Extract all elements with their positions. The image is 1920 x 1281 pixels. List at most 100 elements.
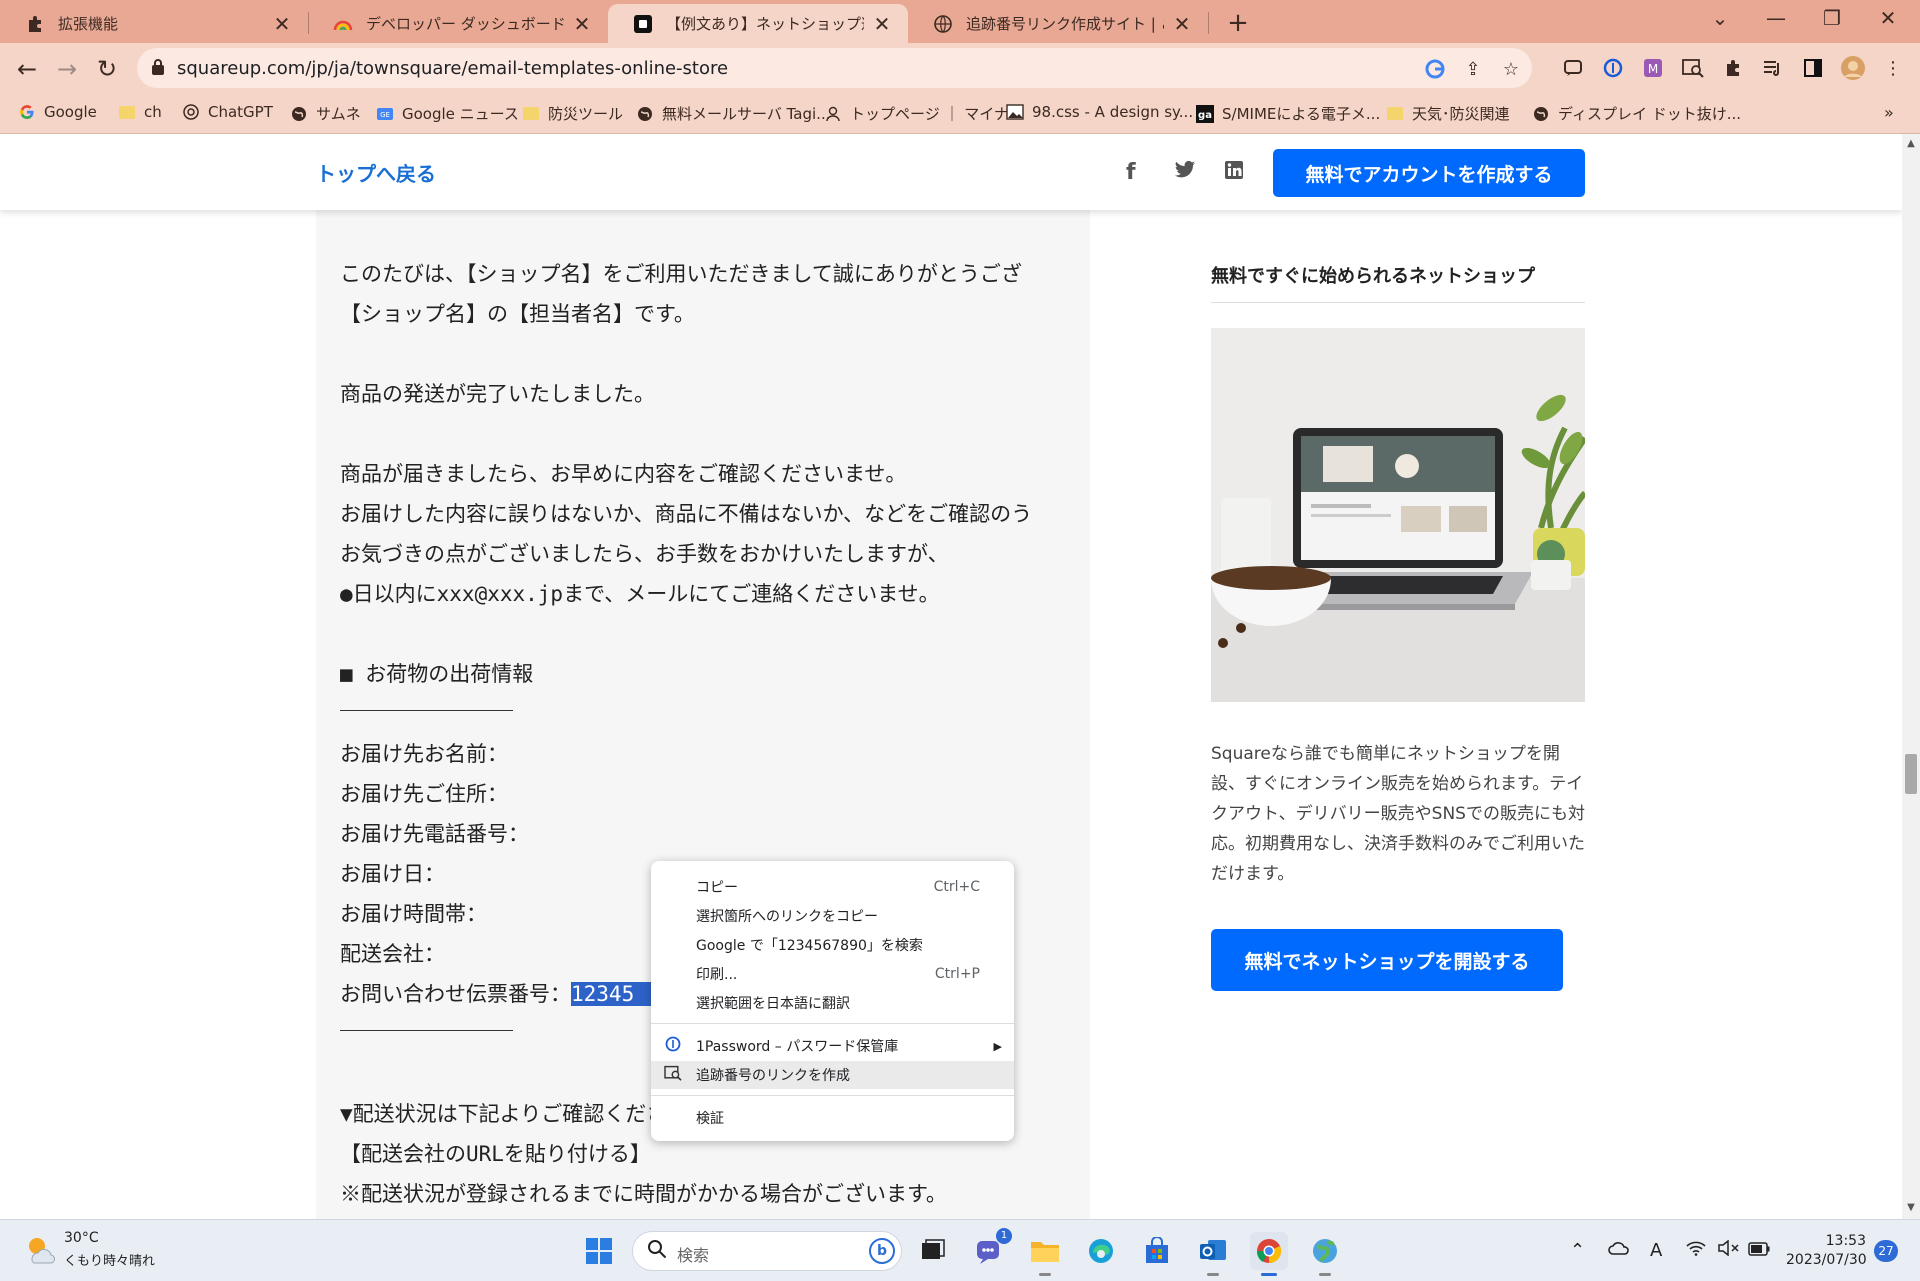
twitter-icon[interactable] [1174,160,1196,186]
minimize-button[interactable]: — [1756,6,1796,30]
menu-item-create-tracking-link[interactable]: 追跡番号のリンクを作成 [651,1061,1014,1089]
tab-developer-dashboard[interactable]: デベロッパー ダッシュボード ✕ [308,4,608,43]
clock-date: 2023/07/30 [1786,1252,1867,1268]
outlook-icon[interactable] [1194,1232,1232,1276]
person-icon [824,105,842,123]
bookmark-label: ディスプレイ ドット抜け... [1558,105,1742,123]
bookmark-smime[interactable]: ga S/MIMEによる電子メ... [1196,103,1380,124]
running-indicator [1319,1273,1331,1276]
page-scrollbar[interactable]: ▲ ▼ [1902,134,1920,1219]
edge-browser-icon[interactable] [1082,1232,1120,1270]
ga-logo-icon: ga [1196,104,1214,123]
google-lens-icon[interactable] [1423,59,1447,84]
weather-description[interactable]: くもり時々晴れ [64,1250,155,1269]
scroll-up-arrow-icon[interactable]: ▲ [1902,138,1920,149]
bookmark-display-dot[interactable]: ディスプレイ ドット抜け... [1532,103,1741,124]
speaker-muted-icon[interactable] [1718,1239,1740,1261]
url-text[interactable]: squareup.com/jp/ja/townsquare/email-temp… [177,58,728,79]
battery-icon[interactable] [1748,1240,1770,1261]
menu-kebab-icon[interactable]: ⋮ [1880,55,1906,81]
puzzle-icon [24,13,46,35]
taskbar-search-box[interactable]: 検索 b [632,1231,902,1271]
menu-item-copy[interactable]: コピー Ctrl+C [651,873,1014,901]
linkedin-icon[interactable] [1224,160,1244,186]
bookmark-chatgpt[interactable]: ChatGPT [182,103,273,121]
wifi-icon[interactable] [1686,1240,1706,1261]
weather-temperature[interactable]: 30°C [64,1230,99,1246]
tracking-label: お問い合わせ伝票番号： [340,982,571,1006]
system-clock[interactable]: 13:53 2023/07/30 [1786,1232,1867,1270]
back-button[interactable]: ← [12,54,42,84]
chrome-icon[interactable] [1250,1232,1288,1276]
tab-title: デベロッパー ダッシュボード [366,15,564,33]
forward-button[interactable]: → [52,54,82,84]
media-queue-icon[interactable] [1760,55,1786,81]
close-icon[interactable]: ✕ [870,12,894,36]
tab-active-square[interactable]: 【例文あり】ネットショップ運営に必要 ✕ [608,4,908,43]
menu-item-translate[interactable]: 選択範囲を日本語に翻訳 [651,989,1014,1017]
bookmark-star-icon[interactable]: ☆ [1499,59,1523,80]
bookmark-label: 無料メールサーバ Tagi... [662,105,831,123]
tab-search-chevron-icon[interactable]: ⌄ [1700,6,1740,30]
menu-item-print[interactable]: 印刷... Ctrl+P [651,960,1014,988]
new-tab-button[interactable]: + [1222,8,1254,38]
link-search-icon[interactable] [1680,55,1706,81]
bookmark-bousai-tools[interactable]: 防災ツール [522,103,623,124]
menu-item-label: コピー [696,880,738,896]
bookmark-google-news[interactable]: GE Google ニュース [376,103,519,124]
reload-button[interactable]: ↻ [92,54,122,84]
ime-mode-icon[interactable]: A [1650,1240,1662,1261]
bookmarks-overflow-icon[interactable]: » [1884,103,1894,122]
earth-globe-app-icon[interactable] [1306,1232,1344,1276]
1password-icon[interactable] [1600,55,1626,81]
bookmark-samune[interactable]: サムネ [290,103,361,124]
bookmark-ch[interactable]: ch [118,103,162,121]
bookmark-top-page[interactable]: トップページ ｜ マイナ... [824,103,1023,124]
create-account-button[interactable]: 無料でアカウントを作成する [1273,149,1585,197]
task-view-icon[interactable] [914,1232,952,1270]
google-icon [18,103,36,121]
share-icon[interactable]: ⇪ [1461,59,1485,80]
extension-m-icon[interactable]: M [1640,55,1666,81]
menu-item-1password[interactable]: 1Password – パスワード保管庫 ▶ [651,1032,1014,1060]
bookmark-google[interactable]: Google [18,103,97,121]
file-explorer-icon[interactable] [1026,1232,1064,1276]
scroll-down-arrow-icon[interactable]: ▼ [1902,1202,1920,1213]
extensions-puzzle-icon[interactable] [1720,55,1746,81]
close-icon[interactable]: ✕ [1170,12,1194,36]
extension-chat-icon[interactable] [1560,55,1586,81]
bookmark-label: 98.css - A design sy... [1032,103,1194,121]
bookmark-free-mail-server[interactable]: 無料メールサーバ Tagi... [636,103,830,124]
svg-text:M: M [1648,62,1658,76]
scrollbar-thumb[interactable] [1905,754,1917,794]
menu-item-inspect[interactable]: 検証 [651,1104,1014,1132]
bookmark-98css[interactable]: 98.css - A design sy... [1006,103,1193,121]
close-icon[interactable]: ✕ [570,12,594,36]
address-bar[interactable]: squareup.com/jp/ja/townsquare/email-temp… [137,48,1532,88]
tab-extensions[interactable]: 拡張機能 ✕ [0,4,308,43]
open-online-shop-button[interactable]: 無料でネットショップを開設する [1211,929,1563,991]
microsoft-store-icon[interactable] [1138,1232,1176,1270]
menu-item-search-google[interactable]: Google で「1234567890」を検索 [651,931,1014,959]
bookmark-weather-bousai[interactable]: 天気･防災関連 [1386,103,1510,124]
menu-item-copy-link-to-highlight[interactable]: 選択箇所へのリンクをコピー [651,902,1014,930]
globe-icon [1532,105,1550,123]
tray-overflow-chevron-icon[interactable]: ⌃ [1570,1240,1585,1261]
restore-button[interactable]: ❐ [1812,6,1852,30]
bing-icon[interactable]: b [869,1238,895,1264]
weather-partly-cloudy-icon[interactable] [24,1233,56,1265]
notification-count-badge[interactable]: 27 [1874,1240,1898,1262]
tab-tracking-link-site[interactable]: 追跡番号リンク作成サイト | ご依頼の ✕ [908,4,1208,43]
side-panel-icon[interactable] [1800,55,1826,81]
close-window-button[interactable]: ✕ [1868,6,1908,30]
profile-avatar-icon[interactable] [1840,55,1866,81]
active-indicator [1261,1273,1277,1276]
close-icon[interactable]: ✕ [270,12,294,36]
facebook-icon[interactable]: f [1126,160,1136,185]
back-to-top-link[interactable]: トップへ戻る [316,158,436,187]
lock-icon[interactable] [151,58,165,76]
windows-start-icon[interactable] [580,1232,618,1270]
onedrive-cloud-icon[interactable] [1608,1240,1630,1261]
teams-chat-icon[interactable]: 1 [970,1228,1012,1270]
submenu-arrow-icon: ▶ [993,1039,1002,1053]
